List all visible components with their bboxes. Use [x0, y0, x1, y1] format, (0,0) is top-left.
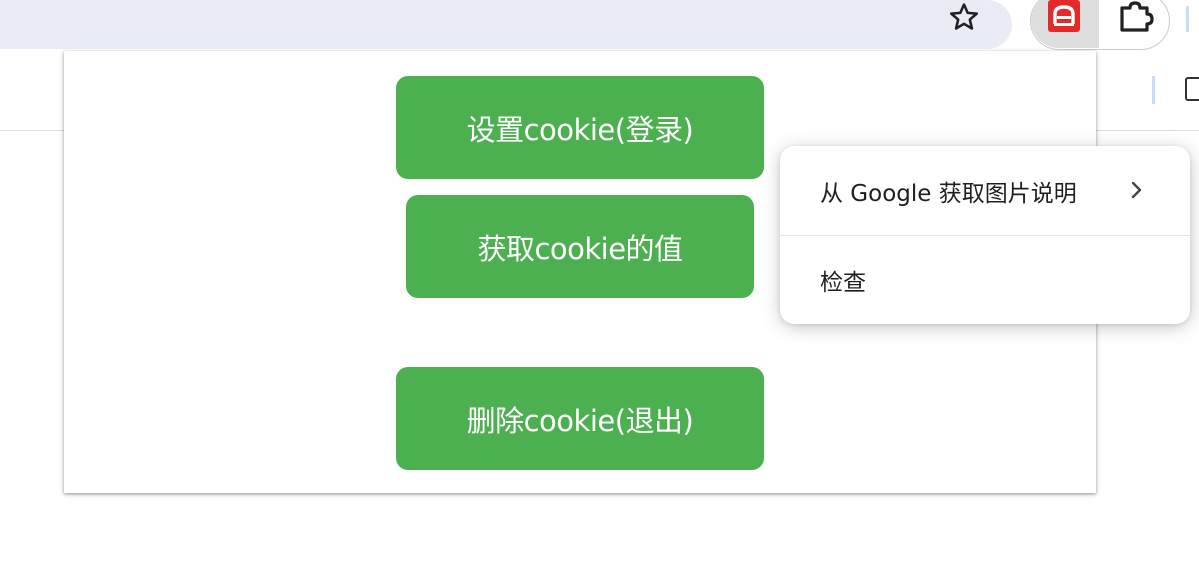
browser-toolbar — [0, 0, 1199, 52]
context-menu-item-inspect[interactable]: 检查 — [780, 236, 1190, 324]
bookmark-star-icon[interactable] — [946, 0, 982, 34]
puzzle-icon[interactable] — [1118, 0, 1156, 34]
extension-app-icon[interactable] — [1048, 0, 1080, 32]
context-menu-item-label: 从 Google 获取图片说明 — [820, 180, 1077, 207]
delete-cookie-button[interactable]: 删除cookie(退出) — [396, 367, 764, 470]
context-menu: 从 Google 获取图片说明 检查 — [780, 146, 1190, 324]
get-cookie-button[interactable]: 获取cookie的值 — [406, 195, 754, 298]
bookmarks-separator — [1152, 76, 1155, 104]
set-cookie-button[interactable]: 设置cookie(登录) — [396, 76, 764, 179]
context-menu-item-label: 检查 — [820, 270, 866, 296]
bookmark-folder-icon[interactable] — [1185, 77, 1199, 101]
toolbar-separator — [1186, 6, 1189, 32]
address-bar[interactable] — [0, 0, 1012, 49]
chevron-right-icon — [1131, 181, 1142, 199]
context-menu-item-image-descriptions[interactable]: 从 Google 获取图片说明 — [780, 146, 1190, 235]
